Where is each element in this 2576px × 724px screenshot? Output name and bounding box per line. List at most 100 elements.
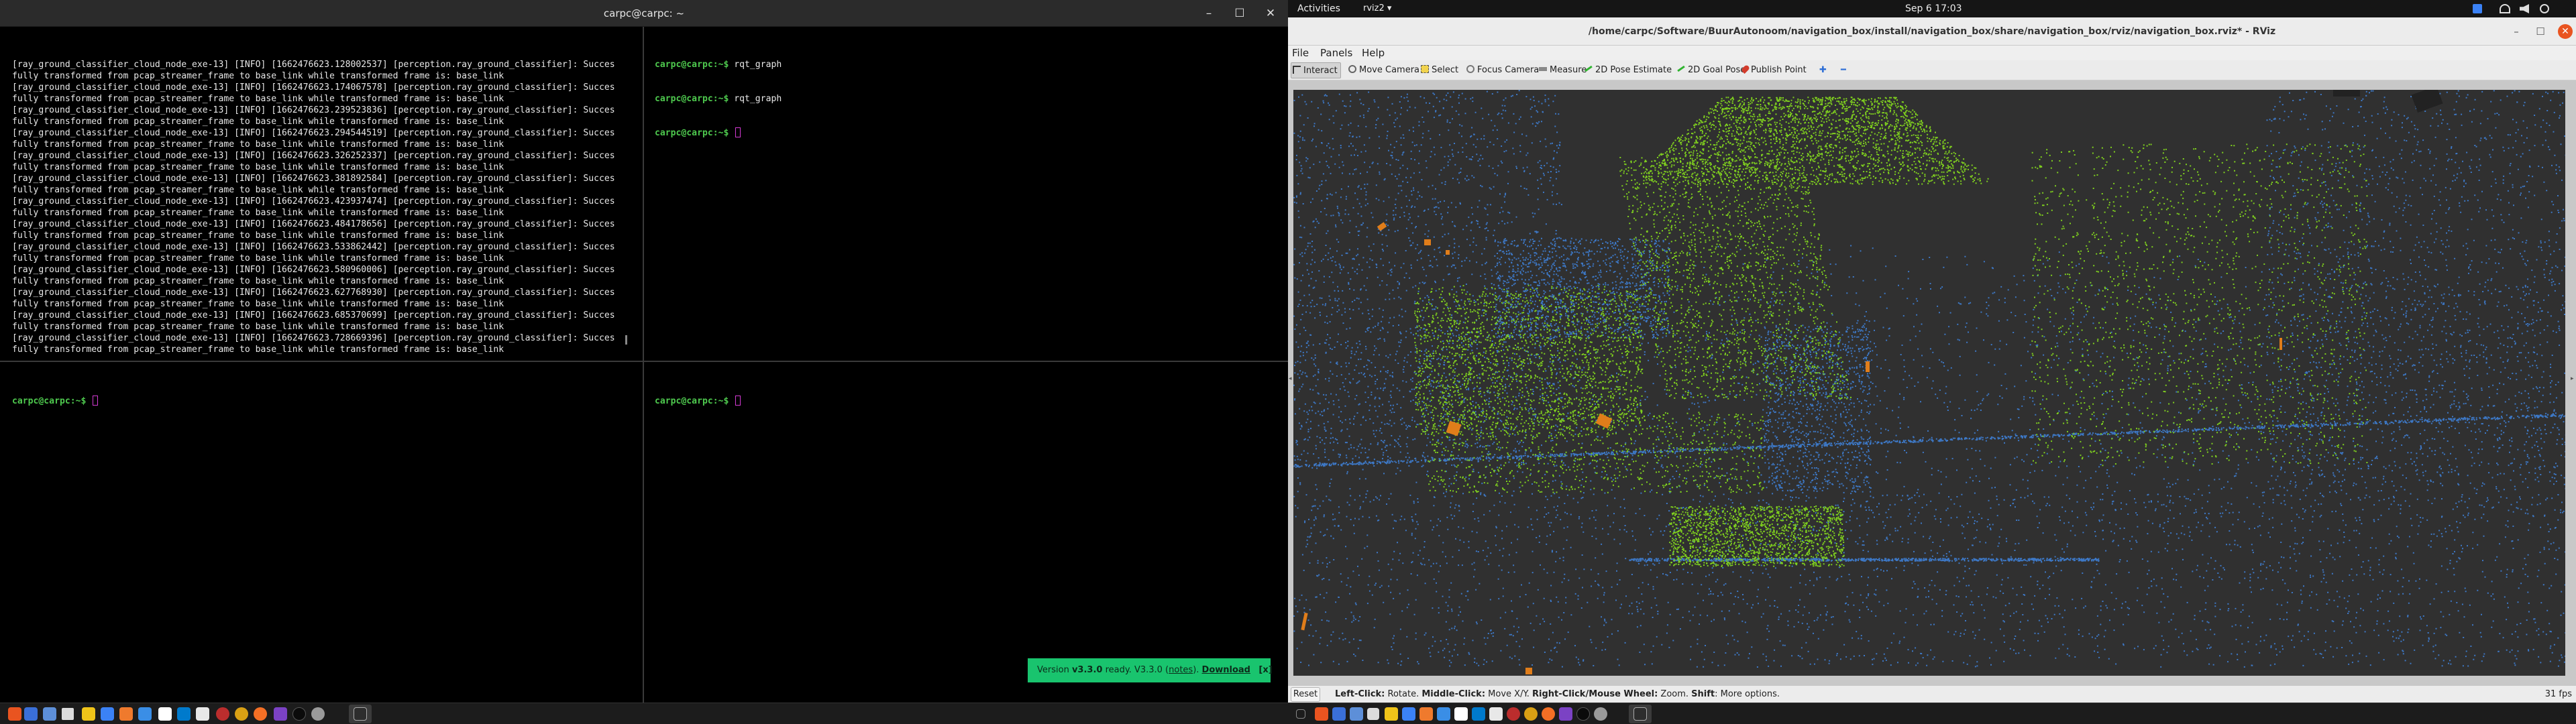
clock[interactable]: Sep 6 17:03 xyxy=(1905,3,1962,15)
close-button[interactable]: ✕ xyxy=(1263,5,1279,21)
tool-focus-camera[interactable]: Focus Camera xyxy=(1465,62,1542,78)
rviz-window: /home/carpc/Software/BuurAutonoom/naviga… xyxy=(1288,17,2576,703)
settings-icon[interactable] xyxy=(311,707,325,721)
terminal-pane-top-left[interactable]: [ray_ground_classifier_cloud_node_exe-13… xyxy=(0,27,643,361)
close-button[interactable]: ✕ xyxy=(2558,24,2573,39)
pane-divider-vertical[interactable] xyxy=(643,27,644,703)
log-line: [ray_ground_classifier_cloud_node_exe-13… xyxy=(12,196,615,206)
notes-link[interactable]: notes xyxy=(1169,665,1193,675)
log-line: fully transformed from pcap_streamer_fra… xyxy=(12,71,504,81)
tool-2d-pose-estimate[interactable]: 2D Pose Estimate xyxy=(1583,62,1674,78)
desktop-icon[interactable] xyxy=(1296,709,1305,719)
tool-2d-goal-pose[interactable]: 2D Goal Pose xyxy=(1676,62,1748,78)
3d-viewport[interactable] xyxy=(1293,90,2565,676)
download-link[interactable]: Download xyxy=(1202,665,1250,675)
document-icon[interactable] xyxy=(101,707,114,721)
terminal-pane-top-right[interactable]: carpc@carpc:~$ rqt_graph carpc@carpc:~$ … xyxy=(644,27,1288,361)
terminal-icon[interactable] xyxy=(1633,707,1647,721)
menu-panels[interactable]: Panels xyxy=(1320,46,1352,60)
tool-publish-point[interactable]: Publish Point xyxy=(1740,62,1809,78)
menu-help[interactable]: Help xyxy=(1362,46,1385,60)
image-viewer-icon[interactable] xyxy=(196,707,209,721)
app-icon[interactable] xyxy=(24,707,38,721)
add-tool-button[interactable]: ✚ xyxy=(1818,62,1829,78)
record-icon[interactable] xyxy=(1507,707,1520,721)
menubar: File Panels Help xyxy=(1288,46,2576,60)
log-line: fully transformed from pcap_streamer_fra… xyxy=(12,185,504,195)
vscode-icon[interactable] xyxy=(177,707,191,721)
log-output: [ray_ground_classifier_cloud_node_exe-13… xyxy=(12,59,643,355)
pane-divider-horizontal[interactable] xyxy=(0,361,1288,362)
firefox-icon[interactable] xyxy=(254,707,267,721)
maximize-button[interactable]: ☐ xyxy=(2533,24,2548,39)
tool-measure[interactable]: Measure xyxy=(1538,62,1589,78)
tool-move-camera[interactable]: Move Camera xyxy=(1347,62,1422,78)
log-line: fully transformed from pcap_streamer_fra… xyxy=(12,276,504,286)
app-purple-icon[interactable] xyxy=(1559,707,1572,721)
minimize-button[interactable]: – xyxy=(1201,5,1217,21)
notes-icon[interactable] xyxy=(1385,707,1398,721)
focus-icon xyxy=(1466,65,1474,73)
command-line: carpc@carpc:~$ xyxy=(655,396,1288,407)
ubuntu-menu-icon[interactable] xyxy=(8,707,21,721)
app-icon[interactable] xyxy=(1332,707,1346,721)
dismiss-button[interactable]: [x] xyxy=(1258,665,1272,675)
network-icon[interactable] xyxy=(2500,4,2510,13)
app-menu[interactable]: rviz2 ▾ xyxy=(1363,3,1391,15)
fps-counter: 31 fps xyxy=(2544,689,2572,699)
remove-tool-button[interactable]: ━ xyxy=(1839,62,1849,78)
image-viewer-icon[interactable] xyxy=(1489,707,1503,721)
firefox-icon[interactable] xyxy=(1542,707,1555,721)
ubuntu-menu-icon[interactable] xyxy=(1315,707,1328,721)
terminal-pane-bottom-left[interactable]: carpc@carpc:~$ xyxy=(0,362,643,703)
terminal-icon[interactable] xyxy=(354,707,367,721)
scrollbar[interactable] xyxy=(625,335,627,345)
chrome-icon[interactable] xyxy=(235,707,248,721)
calendar-icon[interactable] xyxy=(1437,707,1450,721)
collapse-left-icon[interactable]: ◂ xyxy=(1289,375,1293,382)
github-icon[interactable] xyxy=(1576,707,1590,721)
rviz-titlebar[interactable]: /home/carpc/Software/BuurAutonoom/naviga… xyxy=(1288,17,2576,46)
log-line: [ray_ground_classifier_cloud_node_exe-13… xyxy=(12,265,615,275)
terminal-pane-bottom-right[interactable]: carpc@carpc:~$ xyxy=(644,362,1288,703)
collapse-right-icon[interactable]: ▸ xyxy=(2571,375,2575,382)
log-line: [ray_ground_classifier_cloud_node_exe-13… xyxy=(12,82,615,93)
log-line: fully transformed from pcap_streamer_fra… xyxy=(12,208,504,218)
store-icon[interactable] xyxy=(119,707,133,721)
dropbox-icon[interactable] xyxy=(2473,4,2482,13)
record-icon[interactable] xyxy=(216,707,229,721)
mail-icon[interactable] xyxy=(158,707,172,721)
mail-icon[interactable] xyxy=(1454,707,1468,721)
maximize-button[interactable]: ☐ xyxy=(1232,5,1248,21)
terminal-titlebar[interactable]: carpc@carpc: ~ – ☐ ✕ xyxy=(0,0,1288,27)
menu-file[interactable]: File xyxy=(1292,46,1309,60)
reset-button[interactable]: Reset xyxy=(1291,687,1320,702)
files-icon[interactable] xyxy=(1350,707,1363,721)
github-icon[interactable] xyxy=(292,707,306,721)
taskbar-right xyxy=(1288,703,2576,724)
tool-interact[interactable]: Interact xyxy=(1291,62,1341,78)
command-line: carpc@carpc:~$ xyxy=(655,127,1288,139)
terminal-title: carpc@carpc: ~ xyxy=(603,7,685,19)
tool-select[interactable]: Select xyxy=(1419,62,1461,78)
notes-icon[interactable] xyxy=(82,707,95,721)
vscode-icon[interactable] xyxy=(1472,707,1485,721)
log-line: fully transformed from pcap_streamer_fra… xyxy=(12,117,504,127)
minimize-button[interactable]: – xyxy=(2509,24,2524,39)
log-line: [ray_ground_classifier_cloud_node_exe-13… xyxy=(12,128,615,138)
chrome-icon[interactable] xyxy=(1524,707,1538,721)
volume-icon[interactable] xyxy=(2520,4,2529,13)
calendar-icon[interactable] xyxy=(138,707,152,721)
log-line: fully transformed from pcap_streamer_fra… xyxy=(12,94,504,104)
activities-button[interactable]: Activities xyxy=(1297,3,1340,15)
store-icon[interactable] xyxy=(1419,707,1433,721)
files-icon[interactable] xyxy=(43,707,56,721)
window-icon[interactable] xyxy=(62,708,74,720)
log-line: [ray_ground_classifier_cloud_node_exe-13… xyxy=(12,151,615,161)
window-icon[interactable] xyxy=(1367,708,1379,720)
document-icon[interactable] xyxy=(1402,707,1415,721)
settings-icon[interactable] xyxy=(1594,707,1607,721)
pin-icon xyxy=(1740,64,1751,74)
app-purple-icon[interactable] xyxy=(274,707,287,721)
power-icon[interactable] xyxy=(2540,4,2549,13)
